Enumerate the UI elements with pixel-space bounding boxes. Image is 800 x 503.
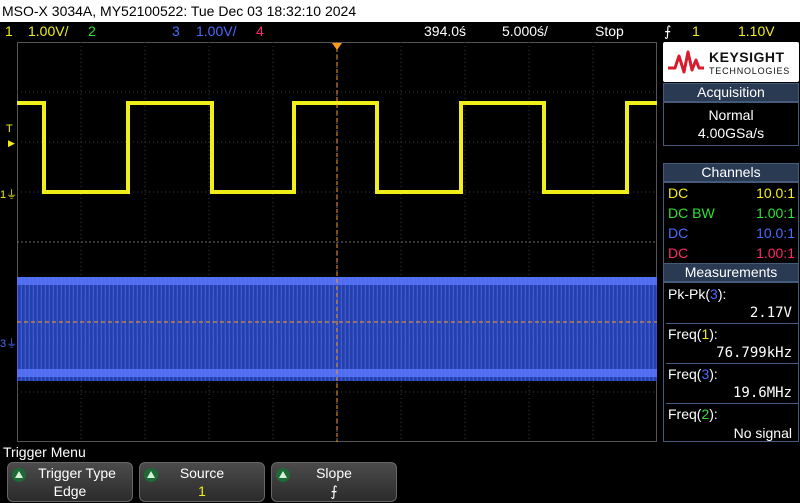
measurement-value: No signal — [733, 425, 792, 441]
acquisition-box: Normal 4.00GSa/s — [663, 102, 799, 146]
trigger-level[interactable]: 1.10V — [738, 22, 775, 41]
brand-subtitle: TECHNOLOGIES — [709, 66, 791, 76]
horizontal-delay[interactable]: 394.0ś — [424, 22, 466, 41]
ch1-ground-marker[interactable]: 1⏚ — [0, 190, 17, 201]
measurement-label[interactable]: Freq(2): — [668, 405, 718, 423]
channels-box: DC 10.0:1 DC BW 1.00:1 DC 10.0:1 DC 1.00… — [663, 182, 799, 264]
acquisition-title[interactable]: Acquisition — [663, 83, 799, 102]
ch3-ground-marker[interactable]: 3⏚ — [0, 339, 17, 350]
channel-row[interactable]: DC 10.0:1 — [666, 223, 798, 243]
trigger-type-softkey[interactable]: Trigger Type Edge — [7, 462, 133, 502]
ch4-number[interactable]: 4 — [256, 22, 264, 41]
source-softkey[interactable]: Source 1 — [139, 462, 265, 502]
timebase-scale[interactable]: 5.000ś/ — [502, 22, 548, 41]
brand-name: KEYSIGHT — [709, 49, 785, 65]
channels-title[interactable]: Channels — [663, 163, 799, 182]
status-bar: 1 1.00V/ 2 3 1.00V/ 4 394.0ś 5.000ś/ Sto… — [0, 22, 800, 41]
run-state: Stop — [595, 23, 624, 39]
measurement-value: 2.17V — [749, 305, 792, 321]
measurement-value: 76.799kHz — [716, 345, 792, 361]
measurement-label[interactable]: Freq(1): — [668, 325, 718, 343]
trigger-level-arrow-icon: ▶ — [8, 138, 15, 148]
measurement-label[interactable]: Freq(3): — [668, 365, 718, 383]
graticule — [17, 42, 657, 442]
waveform-display[interactable] — [17, 42, 657, 442]
rising-edge-icon: ⨍ — [664, 23, 672, 39]
ch1-scale[interactable]: 1.00V/ — [28, 22, 68, 41]
measurements-box: Pk-Pk(3): 2.17V Freq(1): 76.799kHz Freq(… — [663, 282, 799, 442]
ch1-number[interactable]: 1 — [5, 22, 13, 41]
keysight-wave-icon — [668, 50, 704, 74]
sample-rate: 4.00GSa/s — [697, 125, 765, 141]
channel-row[interactable]: DC 1.00:1 — [666, 243, 798, 263]
ground-icon: ⏚ — [6, 338, 18, 350]
measurement-value: 19.6MHz — [732, 385, 792, 401]
ground-icon: ⏚ — [6, 189, 18, 201]
rising-edge-icon: ⨍ — [330, 483, 338, 499]
acquisition-mode: Normal — [708, 107, 754, 123]
keysight-logo: KEYSIGHT TECHNOLOGIES — [663, 42, 799, 82]
ch2-number[interactable]: 2 — [88, 22, 96, 41]
ch3-scale[interactable]: 1.00V/ — [196, 22, 236, 41]
info-panel: KEYSIGHT TECHNOLOGIES Acquisition Normal… — [660, 42, 800, 442]
measurement-label[interactable]: Pk-Pk(3): — [668, 285, 726, 303]
trigger-source[interactable]: 1 — [692, 22, 700, 41]
window-title: MSO-X 3034A, MY52100522: Tue Dec 03 18:3… — [0, 0, 800, 22]
channel-row[interactable]: DC BW 1.00:1 — [666, 203, 798, 223]
slope-softkey[interactable]: Slope ⨍ — [271, 462, 397, 502]
ch3-number[interactable]: 3 — [172, 22, 180, 41]
trigger-position-icon[interactable] — [332, 43, 342, 50]
menu-title: Trigger Menu — [3, 444, 86, 460]
measurements-title[interactable]: Measurements — [663, 263, 799, 282]
trigger-level-marker[interactable]: T — [6, 124, 13, 135]
channel-row[interactable]: DC 10.0:1 — [666, 183, 798, 203]
